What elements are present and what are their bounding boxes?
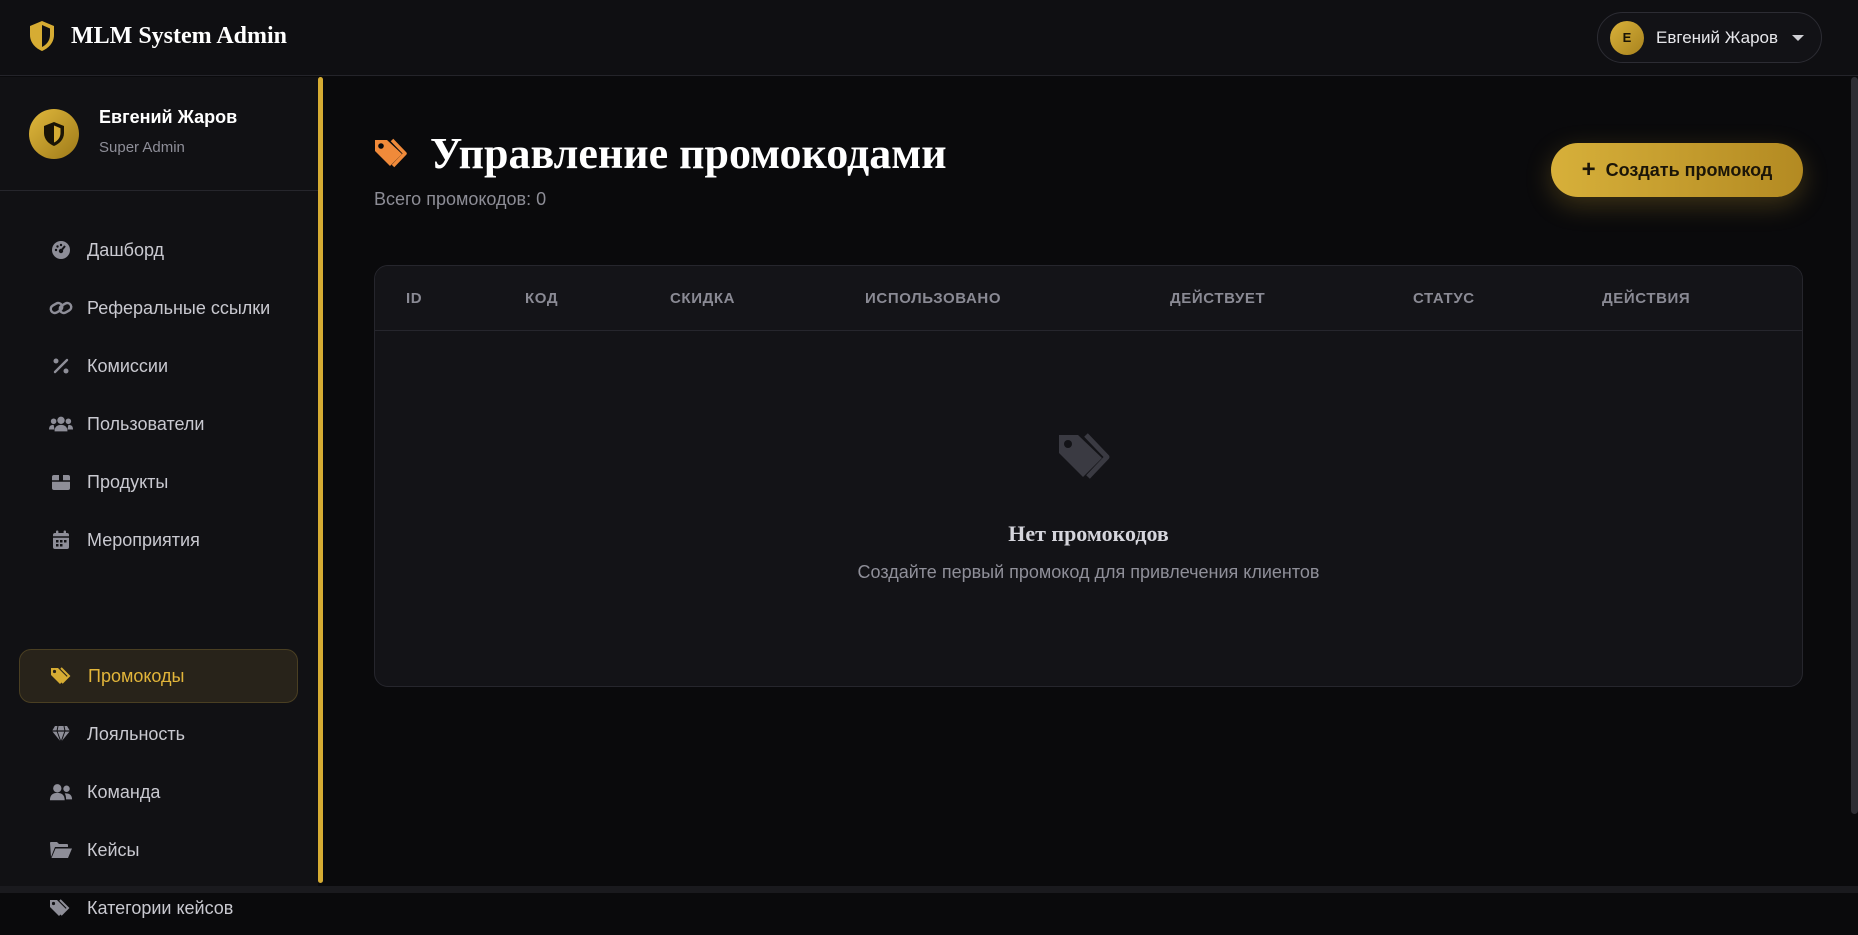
column-header-status[interactable]: СТАТУС — [1413, 290, 1475, 307]
shield-icon — [30, 21, 54, 51]
sidebar-item-products[interactable]: Продукты — [19, 455, 298, 509]
column-header-actions[interactable]: ДЕЙСТВИЯ — [1602, 290, 1690, 307]
sidebar-item-label: Мероприятия — [87, 529, 200, 550]
sidebar-item-label: Кейсы — [87, 839, 140, 860]
sidebar-item-team[interactable]: Команда — [19, 765, 298, 819]
sidebar-item-commissions[interactable]: Комиссии — [19, 339, 298, 393]
chevron-down-icon — [1792, 34, 1805, 41]
sidebar-item-label: Пользователи — [87, 413, 205, 434]
profile-name: Евгений Жаров — [99, 107, 238, 127]
top-bar: MLM System Admin E Евгений Жаров — [0, 0, 1858, 76]
sidebar-item-events[interactable]: Мероприятия — [19, 513, 298, 567]
create-promocode-label: Создать промокод — [1605, 159, 1773, 180]
column-header-valid[interactable]: ДЕЙСТВУЕТ — [1170, 290, 1265, 307]
link-icon — [49, 296, 73, 320]
tags-icon — [50, 664, 74, 688]
column-header-code[interactable]: КОД — [525, 290, 558, 307]
avatar: E — [1610, 20, 1644, 55]
percent-icon — [49, 354, 73, 378]
column-header-discount[interactable]: СКИДКА — [670, 290, 735, 307]
sidebar-item-label: Промокоды — [88, 665, 185, 686]
box-icon — [49, 470, 73, 494]
folder-icon — [49, 838, 73, 862]
table-header: ID КОД СКИДКА ИСПОЛЬЗОВАНО ДЕЙСТВУЕТ СТА… — [375, 266, 1802, 331]
tag-icon — [49, 896, 73, 920]
promocodes-table: ID КОД СКИДКА ИСПОЛЬЗОВАНО ДЕЙСТВУЕТ СТА… — [374, 265, 1803, 687]
tags-icon — [1059, 433, 1110, 479]
tags-icon — [375, 138, 407, 167]
sidebar-item-loyalty[interactable]: Лояльность — [19, 707, 298, 761]
create-promocode-button[interactable]: + Создать промокод — [1551, 143, 1803, 197]
sidebar-item-label: Лояльность — [87, 723, 186, 744]
sidebar-item-label: Комиссии — [87, 355, 169, 376]
sidebar-item-referral-links[interactable]: Реферальные ссылки — [19, 281, 298, 335]
user-menu-button[interactable]: E Евгений Жаров — [1597, 12, 1822, 63]
sidebar-item-label: Команда — [87, 781, 161, 802]
sidebar: Евгений Жаров Super Admin Дашборд Рефера… — [0, 77, 318, 918]
sidebar-item-label: Продукты — [87, 471, 169, 492]
empty-state-title: Нет промокодов — [1008, 521, 1169, 546]
user-name: Евгений Жаров — [1656, 27, 1779, 47]
calendar-icon — [49, 528, 73, 552]
shield-icon — [44, 122, 64, 146]
page-header: Управление промокодами — [374, 128, 947, 179]
brand[interactable]: MLM System Admin — [28, 20, 287, 52]
sidebar-item-users[interactable]: Пользователи — [19, 397, 298, 451]
sidebar-item-label: Дашборд — [87, 239, 165, 260]
column-header-id[interactable]: ID — [406, 290, 422, 307]
column-header-used[interactable]: ИСПОЛЬЗОВАНО — [865, 290, 1001, 307]
sidebar-item-cases[interactable]: Кейсы — [19, 823, 298, 877]
dashboard-icon — [49, 238, 73, 262]
sidebar-accent-bar — [318, 77, 323, 883]
profile-role: Super Admin — [99, 139, 185, 156]
sidebar-item-label: Категории кейсов — [87, 897, 234, 918]
team-icon — [49, 780, 73, 804]
sidebar-profile: Евгений Жаров Super Admin — [0, 77, 318, 191]
plus-icon: + — [1581, 156, 1596, 183]
empty-state-text: Создайте первый промокод для привлечения… — [857, 562, 1320, 582]
gem-icon — [49, 722, 73, 746]
sidebar-item-label: Реферальные ссылки — [87, 297, 271, 318]
sidebar-item-promocodes[interactable]: Промокоды — [19, 649, 298, 703]
users-icon — [49, 412, 73, 436]
scrollbar[interactable] — [1851, 77, 1858, 814]
avatar — [29, 109, 79, 159]
app-title: MLM System Admin — [71, 22, 287, 49]
page-title: Управление промокодами — [430, 129, 947, 178]
sidebar-item-dashboard[interactable]: Дашборд — [19, 223, 298, 277]
promo-count: Всего промокодов: 0 — [374, 189, 547, 209]
bottom-strip — [0, 886, 1858, 893]
